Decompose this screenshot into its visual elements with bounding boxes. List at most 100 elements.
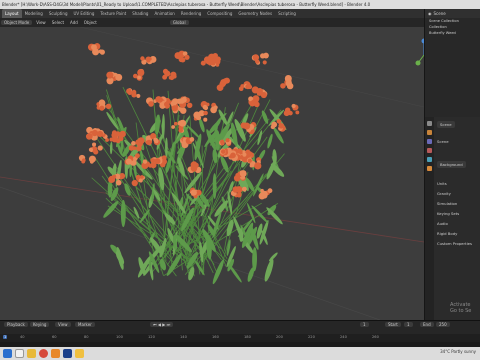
render-tab-icon[interactable]: [427, 130, 432, 135]
folder-icon[interactable]: [75, 349, 84, 358]
scene-tab-icon[interactable]: [427, 148, 432, 153]
blender-icon[interactable]: [51, 349, 60, 358]
ruler-tick: 240: [340, 335, 347, 339]
flower-bud: [88, 155, 96, 163]
playback-menu[interactable]: Playback: [4, 322, 28, 327]
tab-texture-paint[interactable]: Texture Paint: [97, 9, 129, 18]
3d-viewport[interactable]: [0, 27, 424, 320]
end-frame-field[interactable]: 250: [436, 322, 450, 327]
flower-bud: [171, 105, 178, 112]
flower-bud: [247, 158, 252, 163]
mode-dropdown[interactable]: Object Mode: [1, 20, 33, 25]
property-section[interactable]: Keying Sets: [437, 211, 459, 216]
flower-bud: [99, 105, 105, 111]
flower-bud: [203, 117, 208, 122]
flower-bud: [131, 179, 138, 187]
properties-panel: Scene Scene Background Units Gravity Sim…: [424, 117, 480, 320]
flower-bud: [150, 158, 155, 163]
view-menu-timeline[interactable]: View: [55, 322, 71, 327]
current-frame-field[interactable]: 1: [360, 322, 369, 327]
flower-bud: [140, 56, 145, 61]
flower-bud: [161, 155, 167, 161]
search-icon[interactable]: [15, 349, 24, 358]
flower-bud: [106, 71, 114, 79]
marker-menu[interactable]: Marker: [75, 322, 95, 327]
property-section[interactable]: Audio: [437, 221, 448, 226]
property-section[interactable]: Background: [437, 161, 466, 168]
flower-bud: [105, 103, 112, 110]
property-section[interactable]: Scene: [437, 139, 449, 144]
flower-bud: [156, 98, 161, 103]
tab-uv-editing[interactable]: UV Editing: [71, 9, 98, 18]
flower-bud: [112, 174, 117, 179]
tab-animation[interactable]: Animation: [151, 9, 177, 18]
add-menu[interactable]: Add: [67, 20, 81, 25]
chrome-icon[interactable]: [39, 349, 48, 358]
outliner-header: ◉ Scene: [425, 9, 480, 18]
flower-bud: [271, 121, 278, 128]
ruler-tick: 140: [180, 335, 187, 339]
flower-bud: [213, 105, 218, 110]
workspace-tabs: Layout Modeling Sculpting UV Editing Tex…: [0, 9, 424, 18]
flower-bud: [115, 179, 122, 186]
flower-bud: [164, 101, 170, 107]
outliner-panel: ◉ Scene Scene Collection Collection Butt…: [424, 9, 480, 117]
flower-bud: [131, 92, 137, 98]
flower-bud: [137, 69, 145, 77]
flower-bud: [115, 73, 123, 81]
flower-bud: [133, 73, 138, 79]
orientation-dropdown[interactable]: Global: [169, 20, 189, 25]
frame-ruler[interactable]: 1 40 60 80 100 120 140 160 180 200 220 2…: [0, 334, 480, 342]
world-tab-icon[interactable]: [427, 157, 432, 162]
flower-bud: [91, 44, 97, 51]
select-menu[interactable]: Select: [49, 20, 67, 25]
flower-bud: [178, 107, 183, 112]
view-menu[interactable]: View: [33, 20, 49, 25]
weather-text[interactable]: 34°C Partly sunny: [440, 349, 476, 354]
system-tray: 34°C Partly sunny: [440, 349, 476, 354]
flower-bud: [186, 102, 193, 109]
flower-bud: [153, 137, 158, 143]
tab-modeling[interactable]: Modeling: [22, 9, 46, 18]
property-section[interactable]: Units: [437, 181, 447, 186]
property-section[interactable]: Gravity: [437, 191, 451, 196]
tab-sculpting[interactable]: Sculpting: [46, 9, 71, 18]
tool-tab-icon[interactable]: [427, 121, 432, 126]
tab-layout[interactable]: Layout: [2, 9, 22, 18]
tab-geometry-nodes[interactable]: Geometry Nodes: [235, 9, 275, 18]
start-label: Start: [385, 322, 401, 327]
outliner-row[interactable]: Butterfly Weed: [425, 30, 480, 36]
property-section[interactable]: Rigid Body: [437, 231, 457, 236]
photoshop-icon[interactable]: [63, 349, 72, 358]
flower-bud: [170, 71, 177, 78]
tab-scripting[interactable]: Scripting: [275, 9, 299, 18]
plant-render: [0, 27, 424, 320]
keying-menu[interactable]: Keying: [30, 322, 50, 327]
property-section[interactable]: Simulation: [437, 201, 457, 206]
tab-rendering[interactable]: Rendering: [178, 9, 204, 18]
property-section[interactable]: Custom Properties: [437, 241, 472, 246]
flower-bud: [236, 192, 242, 198]
current-frame-marker[interactable]: 1: [3, 335, 8, 339]
play-controls[interactable]: ⏮ ◀ ▶ ⏭: [150, 322, 174, 327]
leaf: [264, 258, 274, 282]
tab-shading[interactable]: Shading: [129, 9, 151, 18]
leaf: [188, 266, 195, 281]
leaf: [220, 156, 229, 173]
start-icon[interactable]: [3, 349, 12, 358]
blender-window: Blender* [H:\Work-D\ASS-D4G\3d Model\Pla…: [0, 0, 480, 360]
flower-bud: [111, 130, 117, 136]
file-explorer-icon[interactable]: [27, 349, 36, 358]
leaf: [228, 264, 242, 283]
object-menu[interactable]: Object: [81, 20, 100, 25]
ruler-tick: 80: [84, 335, 89, 339]
scene-icon: ◉: [428, 11, 432, 16]
start-frame-field[interactable]: 1: [404, 322, 413, 327]
object-tab-icon[interactable]: [427, 166, 432, 171]
output-tab-icon[interactable]: [427, 139, 432, 144]
flower-bud: [286, 82, 294, 90]
end-label: End: [420, 322, 434, 327]
flower-bud: [148, 101, 154, 107]
flower-bud: [243, 122, 251, 130]
tab-compositing[interactable]: Compositing: [204, 9, 235, 18]
